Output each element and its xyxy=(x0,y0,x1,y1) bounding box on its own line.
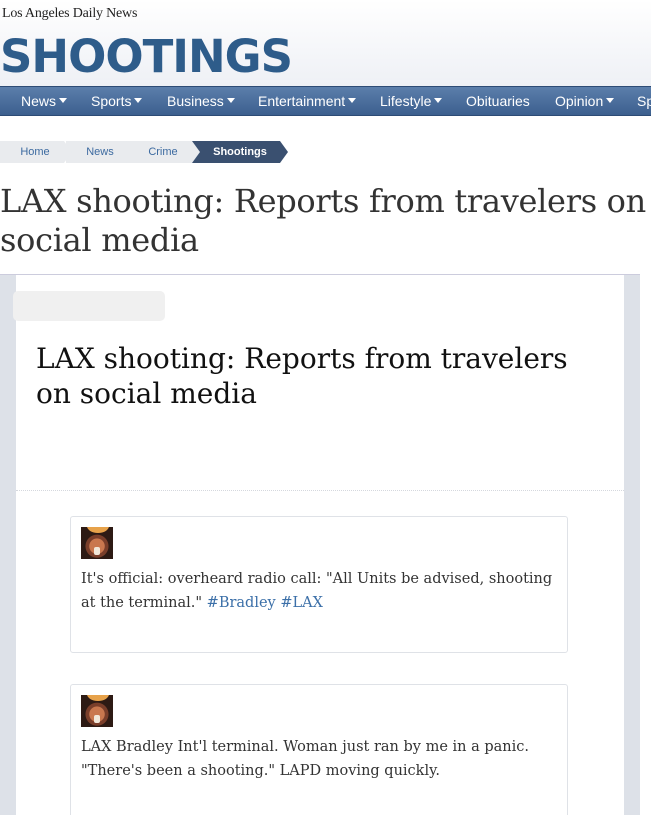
breadcrumb-label: Home xyxy=(20,146,50,158)
nav-item-label: Sp xyxy=(637,93,651,109)
nav-item-label: News xyxy=(21,93,57,109)
social-embed-frame: LAX shooting: Reports from travelers on … xyxy=(0,274,640,815)
hashtag-link[interactable]: #LAX xyxy=(280,595,323,611)
article-headline: LAX shooting: Reports from travelers on … xyxy=(0,182,646,259)
embed-header-placeholder xyxy=(13,291,165,321)
paper-name[interactable]: Los Angeles Daily News xyxy=(2,6,137,22)
post-text: LAX Bradley Int'l terminal. Woman just r… xyxy=(81,735,561,783)
nav-item-label: Obituaries xyxy=(466,93,530,109)
breadcrumb-news[interactable]: News xyxy=(66,141,134,163)
embed-title: LAX shooting: Reports from travelers on … xyxy=(36,342,568,410)
divider xyxy=(16,490,624,491)
post-card: It's official: overheard radio call: "Al… xyxy=(70,516,568,653)
caret-down-icon xyxy=(134,97,143,103)
nav-item-label: Entertainment xyxy=(258,93,346,109)
social-embed: LAX shooting: Reports from travelers on … xyxy=(13,275,624,815)
nav-item-opinion[interactable]: Opinion xyxy=(555,87,615,115)
masthead: Los Angeles Daily News SHOOTINGS xyxy=(0,0,651,86)
nav-item-entertainment[interactable]: Entertainment xyxy=(258,87,357,115)
nav-item-label: Sports xyxy=(91,93,132,109)
nav-item-sports-cut[interactable]: Sp xyxy=(637,87,651,115)
main-nav: News Sports Business Entertainment Lifes… xyxy=(0,86,651,116)
section-title[interactable]: SHOOTINGS xyxy=(0,30,293,84)
breadcrumb-label: Crime xyxy=(148,146,178,158)
post-body: LAX Bradley Int'l terminal. Woman just r… xyxy=(81,739,529,779)
nav-item-business[interactable]: Business xyxy=(167,87,235,115)
post-text: It's official: overheard radio call: "Al… xyxy=(81,567,561,615)
caret-down-icon xyxy=(606,97,615,103)
caret-down-icon xyxy=(434,97,443,103)
nav-item-label: Business xyxy=(167,93,224,109)
breadcrumb-crime[interactable]: Crime xyxy=(126,141,200,163)
nav-item-lifestyle[interactable]: Lifestyle xyxy=(380,87,443,115)
breadcrumb-label: Shootings xyxy=(213,146,267,158)
nav-item-obituaries[interactable]: Obituaries xyxy=(466,87,530,115)
avatar[interactable] xyxy=(81,527,113,559)
nav-item-label: Opinion xyxy=(555,93,604,109)
nav-item-sports[interactable]: Sports xyxy=(91,87,143,115)
breadcrumb-home[interactable]: Home xyxy=(0,141,72,163)
avatar[interactable] xyxy=(81,695,113,727)
caret-down-icon xyxy=(59,97,68,103)
breadcrumb-shootings[interactable]: Shootings xyxy=(192,141,288,163)
caret-down-icon xyxy=(226,97,235,103)
post-card: LAX Bradley Int'l terminal. Woman just r… xyxy=(70,684,568,815)
caret-down-icon xyxy=(348,97,357,103)
nav-item-label: Lifestyle xyxy=(380,93,432,109)
hashtag-link[interactable]: #Bradley xyxy=(207,595,276,611)
nav-item-news[interactable]: News xyxy=(21,87,68,115)
breadcrumb-label: News xyxy=(86,146,114,158)
